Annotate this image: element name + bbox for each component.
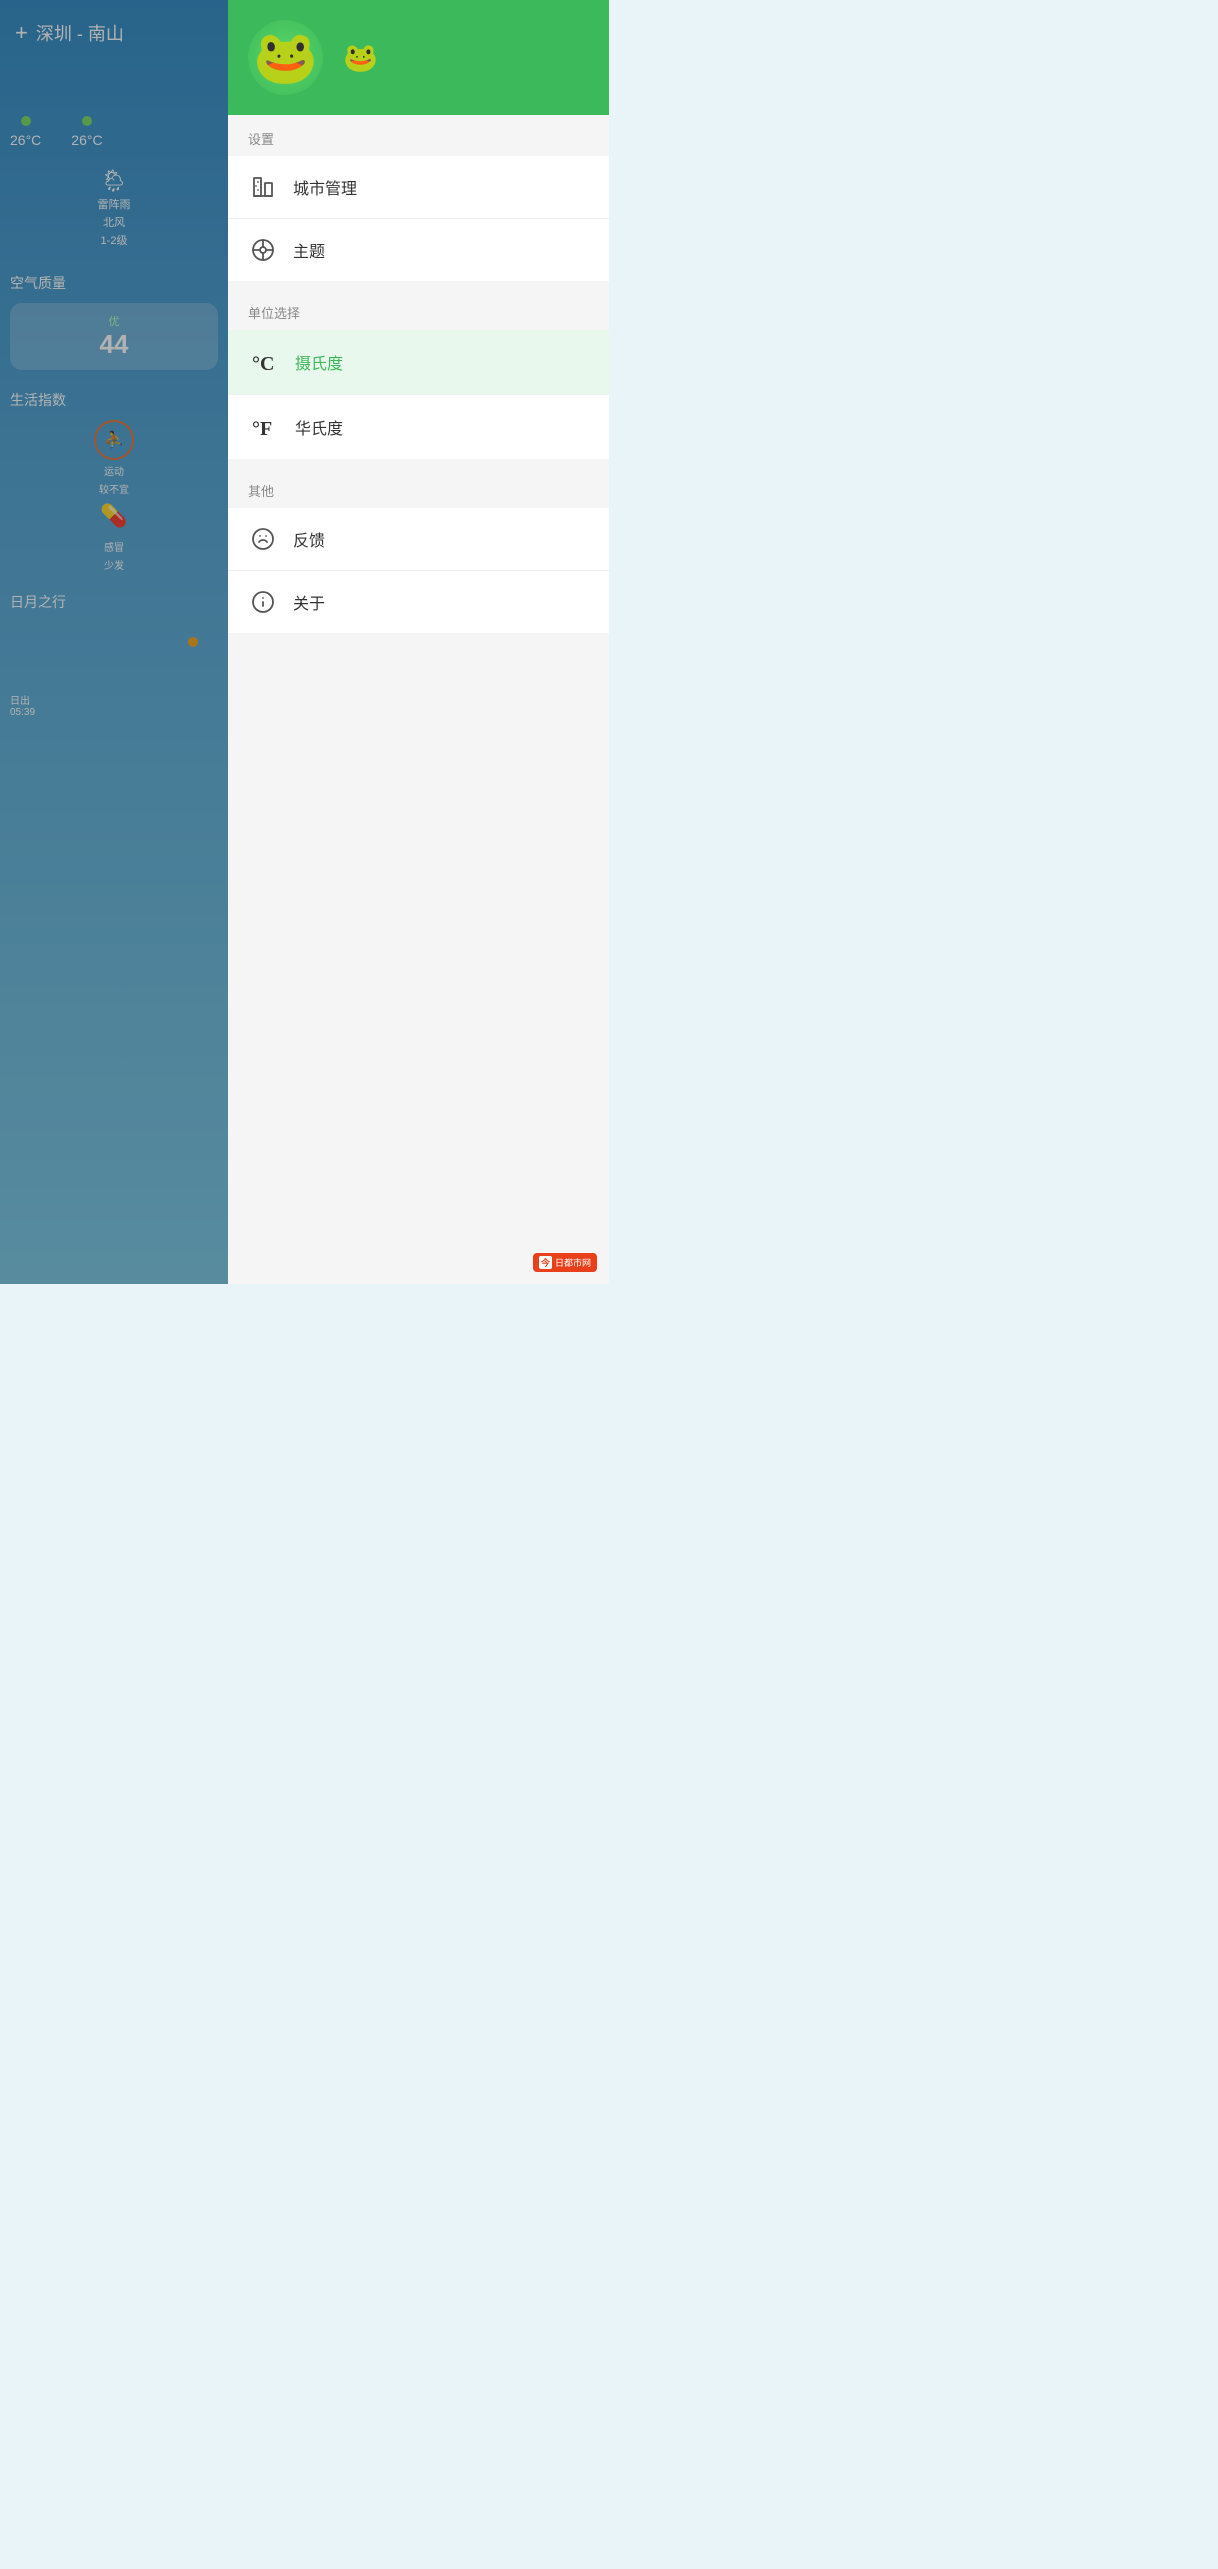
svg-text:°F: °F: [252, 418, 272, 440]
drawer-content: 设置 城市管理: [228, 115, 609, 1284]
fahrenheit-item[interactable]: °F 华氏度: [228, 395, 609, 459]
city-management-label: 城市管理: [293, 175, 357, 199]
other-section-header: 其他: [228, 467, 609, 508]
about-item[interactable]: 关于: [228, 571, 609, 633]
building-icon: [248, 172, 278, 202]
frog-icon: [248, 20, 323, 95]
palette-icon: [248, 235, 278, 265]
unit-section-header: 单位选择: [228, 289, 609, 330]
feedback-item[interactable]: 反馈: [228, 508, 609, 571]
city-management-item[interactable]: 城市管理: [228, 156, 609, 219]
drawer-header: 🐸: [228, 0, 609, 115]
watermark-text: 日都市网: [555, 1256, 591, 1269]
feedback-label: 反馈: [293, 527, 325, 551]
celsius-label: 摄氏度: [295, 350, 343, 374]
settings-section-header: 设置: [228, 115, 609, 156]
fahrenheit-icon: °F: [248, 411, 280, 443]
other-menu-group: 反馈 关于: [228, 508, 609, 633]
feedback-icon: [248, 524, 278, 554]
watermark: 今 日都市网: [533, 1253, 597, 1272]
watermark-today: 今: [539, 1256, 552, 1269]
svg-text:°C: °C: [252, 353, 274, 375]
theme-label: 主题: [293, 238, 325, 262]
unit-menu-group: °C 摄氏度 °F 华氏度: [228, 330, 609, 459]
theme-item[interactable]: 主题: [228, 219, 609, 281]
settings-menu-group: 城市管理 主题: [228, 156, 609, 281]
about-label: 关于: [293, 590, 325, 614]
fahrenheit-label: 华氏度: [295, 415, 343, 439]
celsius-icon: °C: [248, 346, 280, 378]
info-icon: [248, 587, 278, 617]
settings-drawer: 🐸 设置 城市管理: [228, 0, 609, 1284]
celsius-item[interactable]: °C 摄氏度: [228, 330, 609, 395]
frog-hat-icon: 🐸: [343, 41, 378, 74]
avatar: [248, 20, 323, 95]
